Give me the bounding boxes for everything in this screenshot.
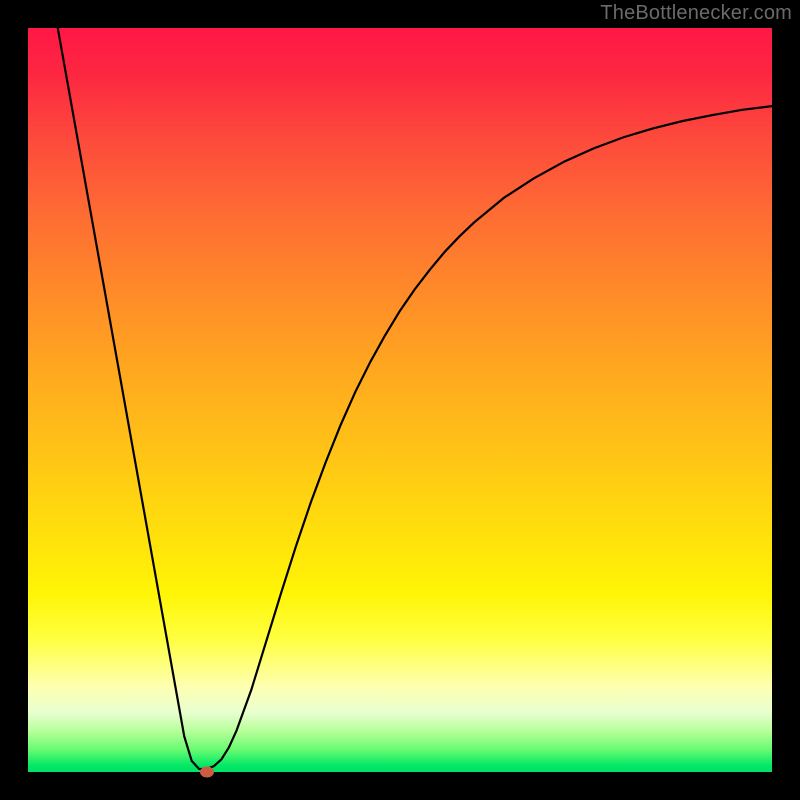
sweet-spot-marker: [200, 767, 214, 778]
chart-frame: TheBottlenecker.com: [0, 0, 800, 800]
bottleneck-curve: [28, 28, 772, 772]
plot-area: [28, 28, 772, 772]
watermark-text: TheBottlenecker.com: [600, 2, 792, 25]
